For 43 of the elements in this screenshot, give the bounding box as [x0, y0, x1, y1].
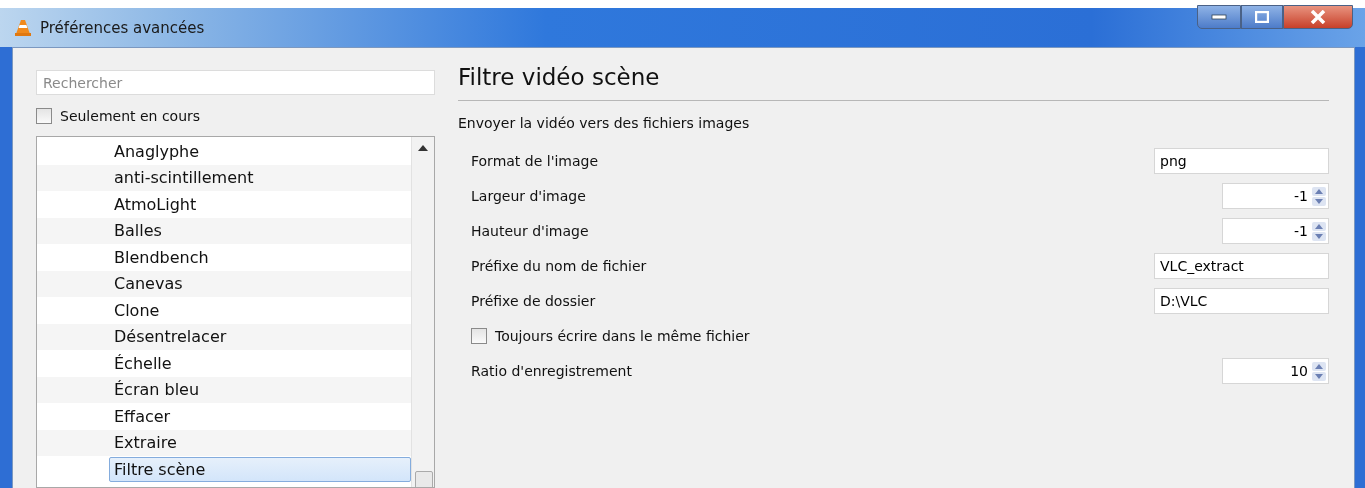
maximize-icon: [1255, 11, 1269, 23]
checkbox-label: Seulement en cours: [60, 108, 201, 124]
spin-box[interactable]: -1: [1222, 218, 1329, 244]
tree-item[interactable]: Effacer: [109, 403, 411, 429]
text-field[interactable]: VLC_extract: [1154, 253, 1329, 279]
tree-item[interactable]: AtmoLight: [109, 191, 411, 217]
spin-down-icon[interactable]: [1312, 196, 1326, 206]
search-field[interactable]: Rechercher: [36, 70, 435, 95]
spin-box[interactable]: -1: [1222, 183, 1329, 209]
checkbox[interactable]: [471, 328, 487, 344]
panel-description: Envoyer la vidéo vers des fichiers images: [458, 115, 751, 131]
text-field[interactable]: png: [1154, 148, 1329, 174]
setting-label: Largeur d'image: [471, 188, 586, 204]
spin-up-icon[interactable]: [1312, 221, 1326, 231]
scrollbar[interactable]: [411, 137, 434, 487]
tree-item[interactable]: Filtre scène: [109, 456, 411, 482]
setting-label: Ratio d'enregistrement: [471, 363, 632, 379]
spin-up-icon[interactable]: [1312, 186, 1326, 196]
tree-item[interactable]: Échelle: [109, 350, 411, 376]
maximize-button[interactable]: [1241, 5, 1283, 29]
setting-label: Hauteur d'image: [471, 223, 589, 239]
scroll-thumb[interactable]: [415, 471, 433, 487]
setting-label: Préfixe de dossier: [471, 293, 596, 309]
minimize-icon: [1211, 14, 1227, 20]
spin-down-icon[interactable]: [1312, 371, 1326, 381]
panel-title: Filtre vidéo scène: [458, 48, 1329, 101]
close-icon: [1309, 10, 1327, 24]
setting-label: Préfixe du nom de fichier: [471, 258, 647, 274]
close-button[interactable]: [1283, 5, 1353, 29]
spin-up-icon[interactable]: [1312, 361, 1326, 371]
tree-item[interactable]: Blendbench: [109, 244, 411, 270]
minimize-button[interactable]: [1197, 5, 1241, 29]
traffic-cone-icon: [14, 19, 32, 37]
tree-item[interactable]: Clone: [109, 297, 411, 323]
setting-label: Format de l'image: [471, 153, 599, 169]
scroll-up-icon[interactable]: [418, 145, 428, 151]
window-title: Préférences avancées: [40, 19, 205, 37]
text-field[interactable]: D:\VLC: [1154, 288, 1329, 314]
spin-down-icon[interactable]: [1312, 231, 1326, 241]
checkbox-label: Toujours écrire dans le même fichier: [495, 328, 750, 344]
checkbox[interactable]: [36, 108, 52, 124]
tree-item[interactable]: Anaglyphe: [109, 138, 411, 164]
spin-box[interactable]: 10: [1222, 358, 1329, 384]
